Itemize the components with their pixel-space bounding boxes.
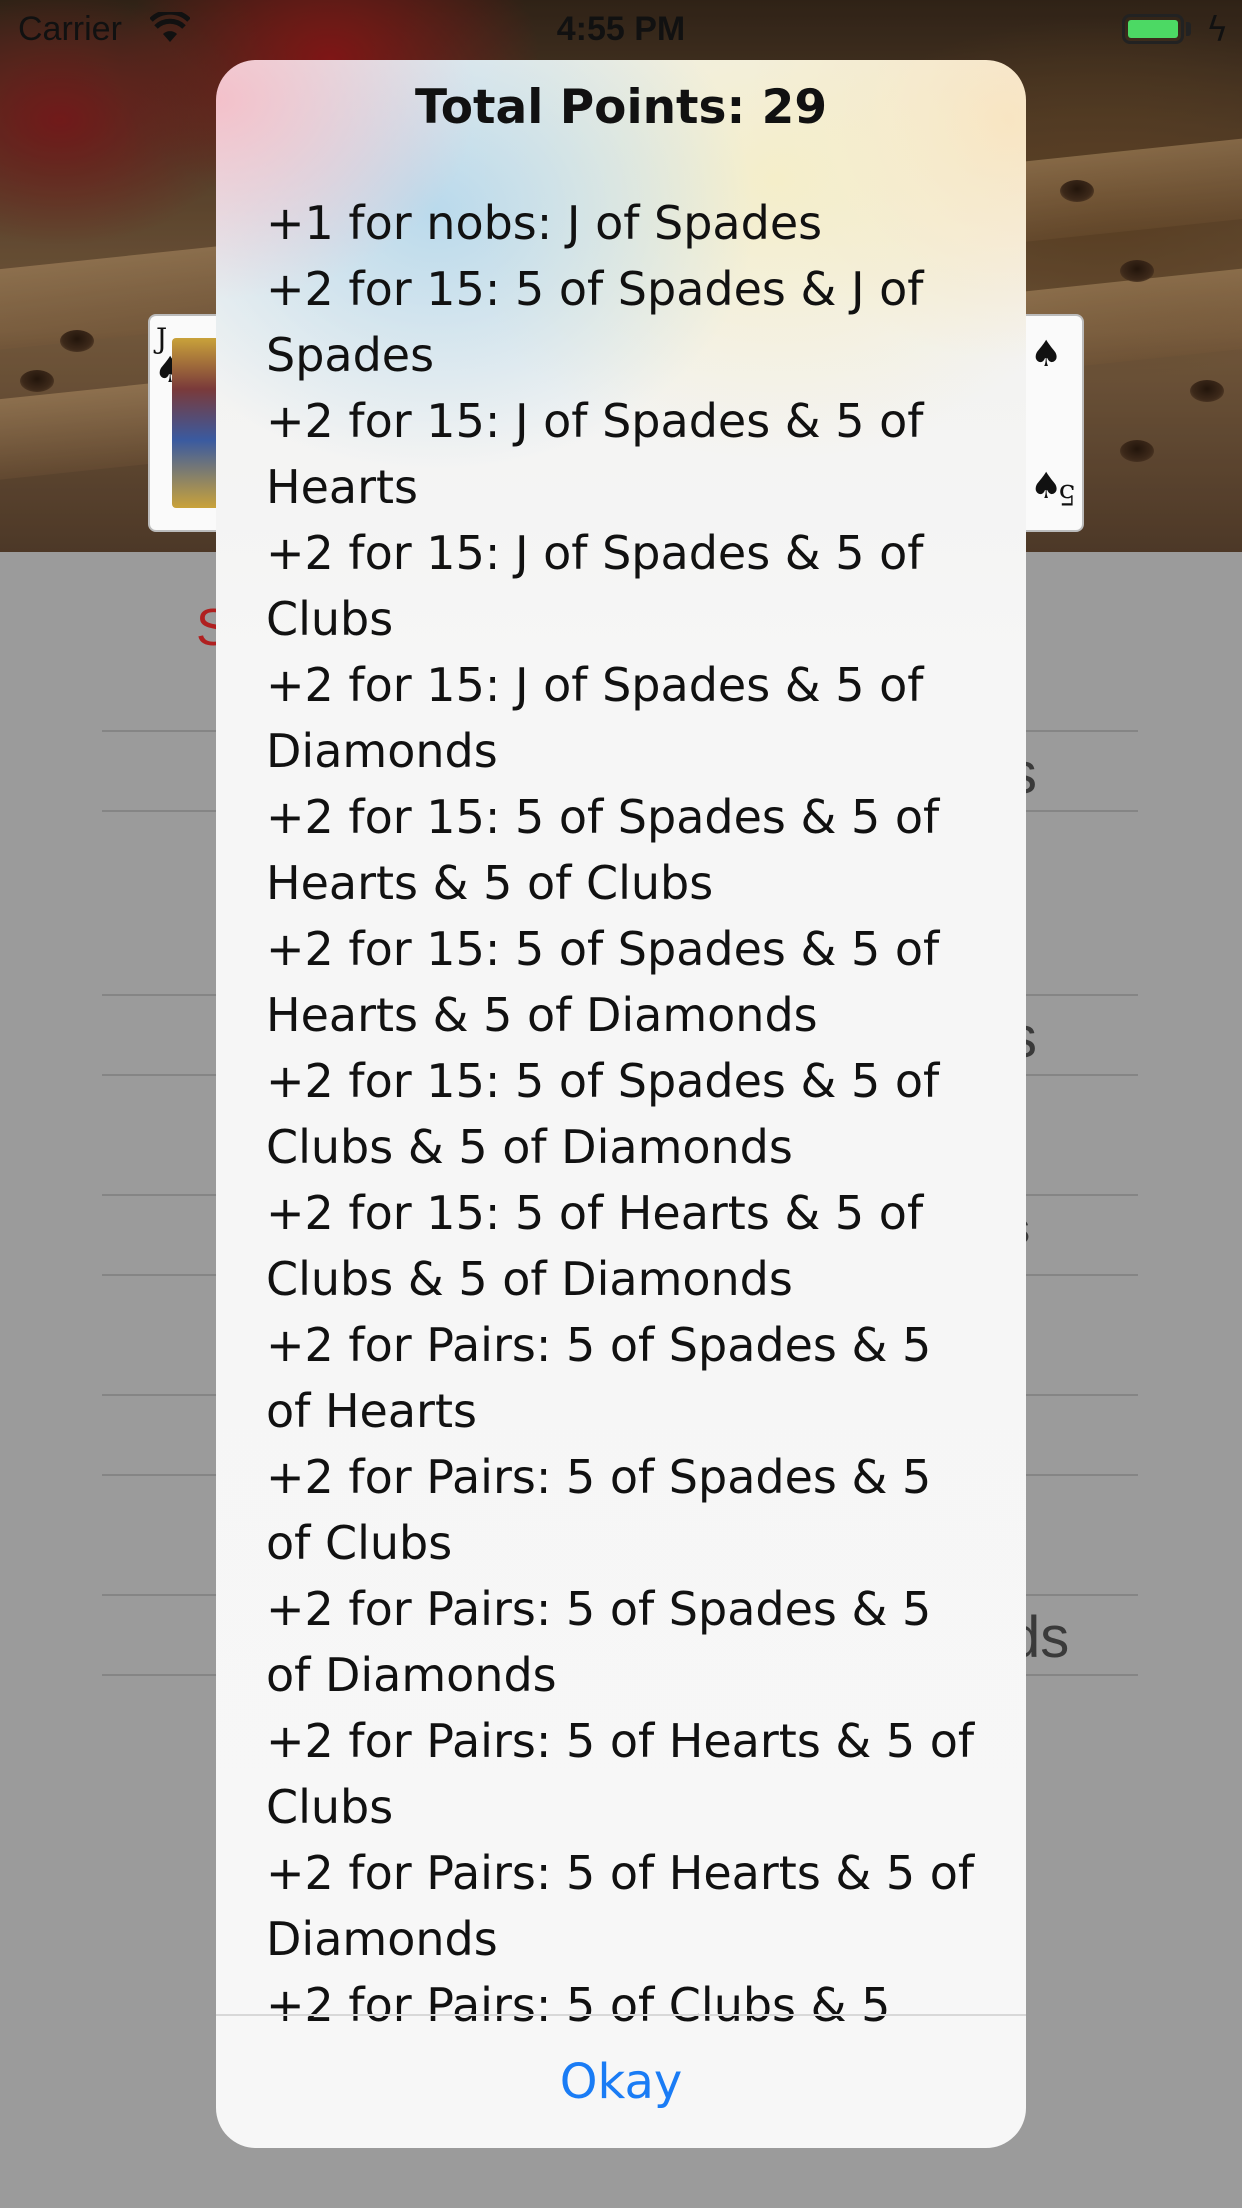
alert-message: +1 for nobs: J of Spades +2 for 15: 5 of… [266,196,975,2032]
status-bar: Carrier 4:55 PM ϟ [0,0,1242,60]
battery-icon [1122,14,1184,44]
clock: 4:55 PM [556,10,686,48]
alert-scroll-area[interactable]: +1 for nobs: J of Spades +2 for 15: 5 of… [266,190,986,2073]
alert-dialog: Total Points: 29 +1 for nobs: J of Spade… [216,60,1026,2148]
alert-title: Total Points: 29 [414,80,828,135]
battery-tip [1186,22,1191,36]
playing-card-left: J ♠ [148,314,226,532]
charging-icon: ϟ [1206,10,1229,50]
okay-button[interactable]: Okay [216,2016,1026,2148]
